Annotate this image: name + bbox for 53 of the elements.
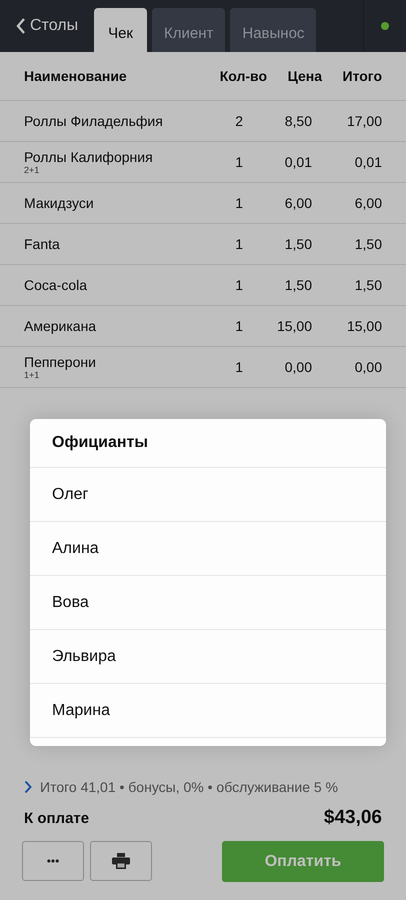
item-name: Coca-cola <box>24 277 88 293</box>
price-cell-text: 6,00 <box>284 195 312 211</box>
back-icon <box>16 17 26 35</box>
waiter-item[interactable]: Эльвира <box>30 630 386 684</box>
column-header: Итого <box>342 68 382 84</box>
quantity-cell-text: 1 <box>234 359 243 375</box>
quantity-cell-text: 1 <box>234 277 243 293</box>
quantity-cell-text: 1 <box>234 154 243 170</box>
expand-icon[interactable] <box>24 780 32 794</box>
item-name: Роллы Филадельфия <box>24 113 164 129</box>
tab[interactable]: Клиент <box>152 8 226 52</box>
item-name: Fanta <box>24 236 61 252</box>
print-button[interactable] <box>90 841 152 881</box>
column-header: Наименование <box>24 68 128 84</box>
total-cell-text: 1,50 <box>354 236 382 252</box>
waiter-item[interactable]: Марина <box>30 684 386 738</box>
total-cell-text: 0,00 <box>354 359 382 375</box>
item-name: Пепперони <box>24 354 97 370</box>
total-cell-text: 15,00 <box>346 318 382 334</box>
price-cell-text: 1,50 <box>284 236 312 252</box>
tab[interactable]: Чек <box>94 8 147 52</box>
quantity-cell-text: 1 <box>234 195 243 211</box>
price-cell-text: 0,01 <box>284 154 312 170</box>
waiter-item[interactable]: Вова <box>30 576 386 630</box>
waiter-item[interactable]: Олег <box>30 468 386 522</box>
price-cell-text: 15,00 <box>276 318 312 334</box>
waiter-item[interactable]: Алина <box>30 522 386 576</box>
amount-due: $43,06 <box>324 807 382 829</box>
item-name: Американа <box>24 318 98 334</box>
item-note: 1+1 <box>24 370 40 380</box>
quantity-cell-text: 2 <box>234 113 243 129</box>
total-cell-text: 6,00 <box>354 195 382 211</box>
total-cell-text: 17,00 <box>346 113 382 129</box>
item-name: Макидзуси <box>24 195 95 211</box>
price-cell-text: 1,50 <box>284 277 312 293</box>
price-cell-text: 0,00 <box>284 359 312 375</box>
summary-text: Итого 41,01 • бонусы, 0% • обслуживание 5 % <box>40 779 338 795</box>
printer-icon <box>112 853 130 869</box>
quantity-cell-text: 1 <box>234 236 243 252</box>
popup-title: Официанты <box>30 419 386 468</box>
column-header: Кол-во <box>218 68 267 84</box>
back-button[interactable]: Столы <box>0 0 78 52</box>
tab[interactable]: Навынос <box>230 8 316 52</box>
total-cell-text: 0,01 <box>354 154 382 170</box>
amount-due-label: К оплате <box>24 810 90 826</box>
total-cell-text: 1,50 <box>354 277 382 293</box>
price-cell-text: 8,50 <box>284 113 312 129</box>
item-note: 2+1 <box>24 165 40 175</box>
column-header: Цена <box>286 68 322 84</box>
item-name: Роллы Калифорния <box>24 149 154 165</box>
quantity-cell-text: 1 <box>234 318 243 334</box>
more-button[interactable]: ••• <box>22 841 84 881</box>
status-dot-icon <box>381 22 389 30</box>
